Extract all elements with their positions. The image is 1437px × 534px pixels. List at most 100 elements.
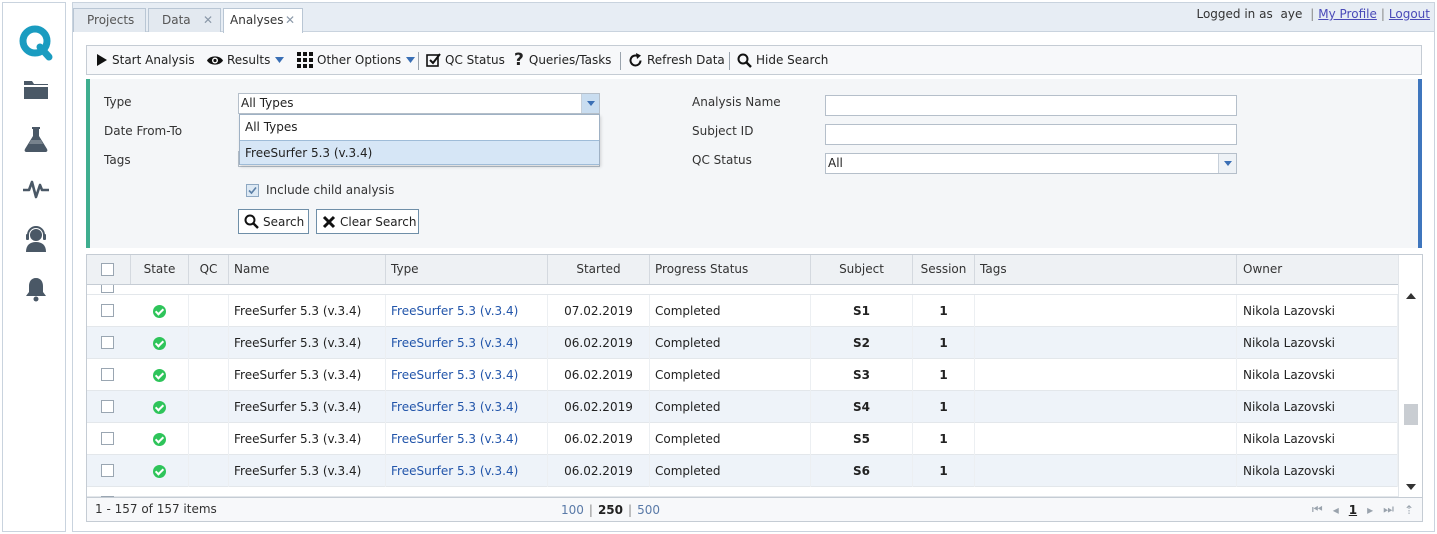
start-analysis-button[interactable]: Start Analysis — [96, 46, 195, 74]
tab-projects[interactable]: Projects — [73, 8, 146, 32]
sidebar-item-activity[interactable] — [21, 174, 51, 204]
tab-analyses[interactable]: Analyses ✕ — [223, 8, 303, 33]
completed-check-icon — [153, 305, 166, 318]
hide-search-button[interactable]: Hide Search — [737, 46, 828, 74]
scroll-up-icon[interactable] — [1406, 293, 1416, 299]
qc-cell — [189, 455, 229, 487]
tab-bar: Projects Data ✕ Analyses ✕ Logged in as … — [73, 3, 1434, 33]
refresh-data-button[interactable]: Refresh Data — [628, 46, 725, 74]
session-cell: 1 — [913, 391, 975, 423]
sidebar-item-notifications[interactable] — [21, 274, 51, 304]
hide-search-label: Hide Search — [756, 53, 829, 67]
pulse-icon — [23, 180, 49, 199]
chevron-down-icon[interactable] — [1218, 154, 1236, 173]
items-info: 1 - 157 of 157 items — [95, 502, 217, 516]
type-cell[interactable]: FreeSurfer 5.3 (v.3.4) — [386, 423, 548, 455]
clear-search-button[interactable]: Clear Search — [316, 209, 419, 234]
table-row[interactable]: FreeSurfer 5.3 (v.3.4) FreeSurfer 5.3 (v.… — [87, 455, 1398, 487]
close-icon[interactable]: ✕ — [285, 9, 295, 31]
clear-search-label: Clear Search — [340, 214, 417, 229]
col-state[interactable]: State — [131, 255, 189, 284]
type-cell[interactable]: FreeSurfer 5.3 (v.3.4) — [386, 359, 548, 391]
type-cell[interactable]: FreeSurfer 5.3 (v.3.4) — [386, 391, 548, 423]
close-icon[interactable]: ✕ — [203, 9, 213, 31]
started-cell: 06.02.2019 — [548, 359, 650, 391]
qc-status-select[interactable]: All — [825, 153, 1237, 174]
owner-cell: Nikola Lazovski — [1237, 327, 1398, 359]
results-button[interactable]: Results — [207, 46, 285, 74]
col-owner[interactable]: Owner — [1237, 255, 1398, 284]
sidebar — [2, 2, 66, 532]
prev-page-icon[interactable]: ◂ — [1333, 503, 1339, 517]
tags-cell — [975, 359, 1237, 391]
scroll-top-icon[interactable]: ⇡ — [1404, 503, 1414, 517]
col-qc[interactable]: QC — [189, 255, 229, 284]
type-option[interactable]: All Types — [240, 115, 599, 140]
qc-status-button[interactable]: QC Status — [426, 46, 505, 74]
completed-check-icon — [153, 433, 166, 446]
row-checkbox[interactable] — [101, 336, 114, 349]
started-cell: 06.02.2019 — [548, 327, 650, 359]
grid-icon — [297, 52, 313, 68]
last-page-icon[interactable]: ⏭ — [1383, 502, 1394, 517]
vertical-scrollbar[interactable] — [1398, 255, 1422, 497]
type-cell[interactable]: FreeSurfer 5.3 (v.3.4) — [386, 295, 548, 327]
select-all-checkbox[interactable] — [101, 263, 114, 276]
table-row[interactable]: FreeSurfer 5.3 (v.3.4) FreeSurfer 5.3 (v.… — [87, 391, 1398, 423]
type-cell[interactable]: FreeSurfer 5.3 (v.3.4) — [386, 455, 548, 487]
tab-label: Projects — [87, 13, 135, 27]
col-subject[interactable]: Subject — [811, 255, 913, 284]
include-child-checkbox[interactable] — [246, 184, 259, 197]
chevron-down-icon[interactable] — [581, 94, 599, 113]
sidebar-item-analyses[interactable] — [21, 124, 51, 154]
sidebar-item-support[interactable] — [21, 224, 51, 254]
scrollbar-thumb[interactable] — [1404, 404, 1418, 425]
table-row[interactable] — [87, 285, 1398, 295]
row-checkbox[interactable] — [101, 400, 114, 413]
col-session[interactable]: Session — [913, 255, 975, 284]
tab-data[interactable]: Data ✕ — [148, 8, 221, 32]
queries-tasks-button[interactable]: ? Queries/Tasks — [514, 46, 611, 74]
table-row[interactable]: FreeSurfer 5.3 (v.3.4) FreeSurfer 5.3 (v.… — [87, 327, 1398, 359]
subject-id-input[interactable] — [825, 124, 1237, 145]
other-options-button[interactable]: Other Options — [297, 46, 416, 74]
next-page-icon[interactable]: ▸ — [1367, 503, 1373, 517]
date-from-to-label: Date From-To — [104, 124, 183, 138]
row-checkbox[interactable] — [101, 285, 114, 293]
row-checkbox[interactable] — [101, 464, 114, 477]
search-button[interactable]: Search — [238, 209, 309, 234]
table-row[interactable]: FreeSurfer 5.3 (v.3.4) FreeSurfer 5.3 (v.… — [87, 359, 1398, 391]
q-logo-icon[interactable] — [17, 23, 55, 61]
row-checkbox[interactable] — [101, 304, 114, 317]
type-cell[interactable]: FreeSurfer 5.3 (v.3.4) — [386, 327, 548, 359]
page-size-250[interactable]: 250 — [598, 503, 623, 517]
row-checkbox[interactable] — [101, 368, 114, 381]
page-size-100[interactable]: 100 — [561, 503, 584, 517]
table-row[interactable] — [87, 487, 1398, 497]
sidebar-item-projects[interactable] — [21, 74, 51, 104]
col-progress-status[interactable]: Progress Status — [650, 255, 811, 284]
row-checkbox[interactable] — [101, 432, 114, 445]
subject-cell: S6 — [811, 455, 913, 487]
first-page-icon[interactable]: ⏮ — [1312, 502, 1323, 517]
my-profile-link[interactable]: My Profile — [1318, 7, 1377, 21]
qc-cell — [189, 327, 229, 359]
col-name[interactable]: Name — [229, 255, 386, 284]
table-row[interactable]: FreeSurfer 5.3 (v.3.4) FreeSurfer 5.3 (v.… — [87, 295, 1398, 327]
type-option-selected[interactable]: FreeSurfer 5.3 (v.3.4) — [240, 140, 599, 165]
col-tags[interactable]: Tags — [975, 255, 1237, 284]
progress-cell: Completed — [650, 423, 811, 455]
analysis-name-input[interactable] — [825, 95, 1237, 116]
col-type[interactable]: Type — [386, 255, 548, 284]
page-size-500[interactable]: 500 — [637, 503, 660, 517]
table-row[interactable]: FreeSurfer 5.3 (v.3.4) FreeSurfer 5.3 (v.… — [87, 423, 1398, 455]
qc-cell — [189, 423, 229, 455]
qc-cell — [189, 391, 229, 423]
subject-id-label: Subject ID — [692, 124, 754, 138]
logout-link[interactable]: Logout — [1389, 7, 1430, 21]
owner-cell: Nikola Lazovski — [1237, 359, 1398, 391]
col-started[interactable]: Started — [548, 255, 650, 284]
current-page[interactable]: 1 — [1349, 503, 1357, 517]
scroll-down-icon[interactable] — [1406, 484, 1416, 490]
type-select[interactable]: All Types — [238, 93, 600, 114]
